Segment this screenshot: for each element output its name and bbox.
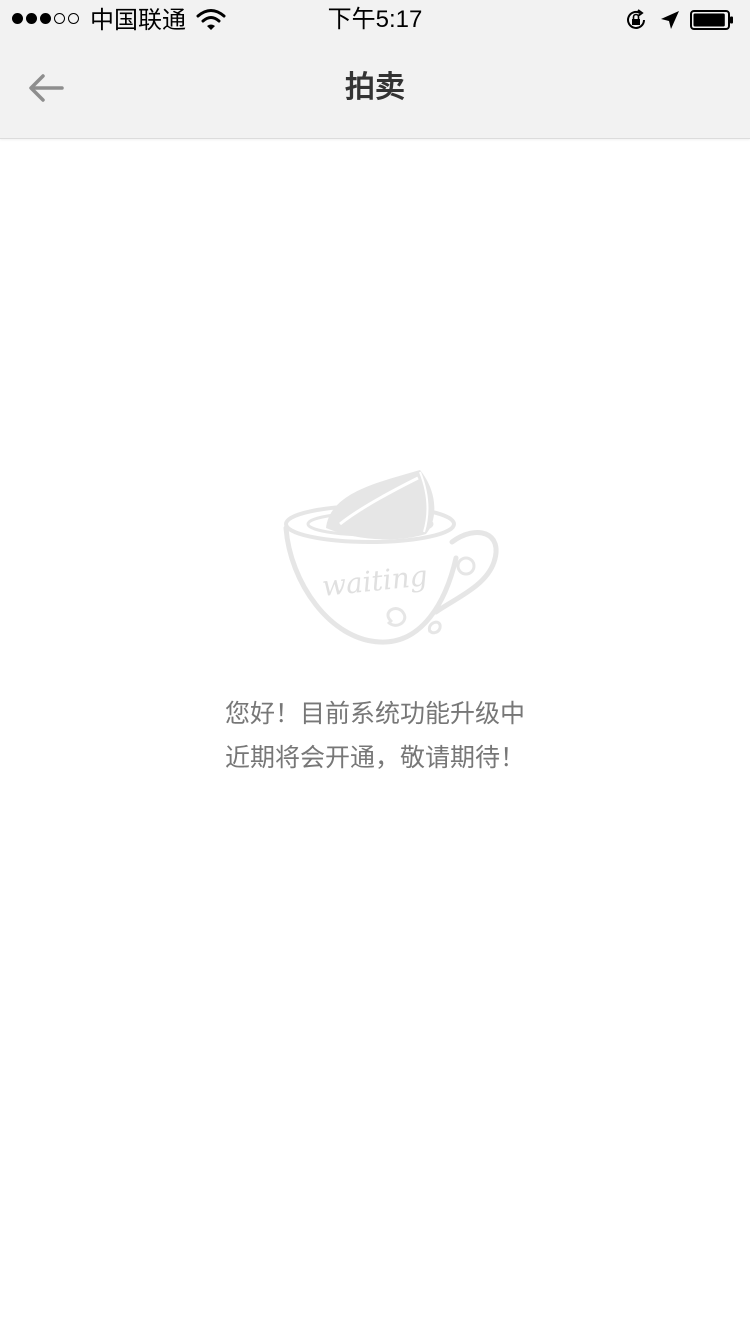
message-line-1: 您好！目前系统功能升级中 <box>224 699 525 728</box>
waiting-label: waiting <box>320 559 429 603</box>
message-line-2: 近期将会开通，敬请期待！ <box>224 743 525 772</box>
waiting-illustration: waiting <box>280 462 502 648</box>
page-title: 拍卖 <box>345 70 405 105</box>
orientation-lock-icon <box>627 9 645 29</box>
coffee-cup-icon: waiting <box>283 470 499 645</box>
navigation-bar: 拍卖 <box>0 40 750 139</box>
status-bar: 中国联通 下午5:17 <box>0 0 750 40</box>
upgrade-message: 您好！目前系统功能升级中 近期将会开通，敬请期待！ <box>0 692 750 780</box>
battery-icon <box>690 10 733 30</box>
location-arrow-icon <box>661 11 679 29</box>
screen: 中国联通 下午5:17 拍卖 waiting 您好！目前系统功能升级中 近期将会… <box>0 0 750 1334</box>
